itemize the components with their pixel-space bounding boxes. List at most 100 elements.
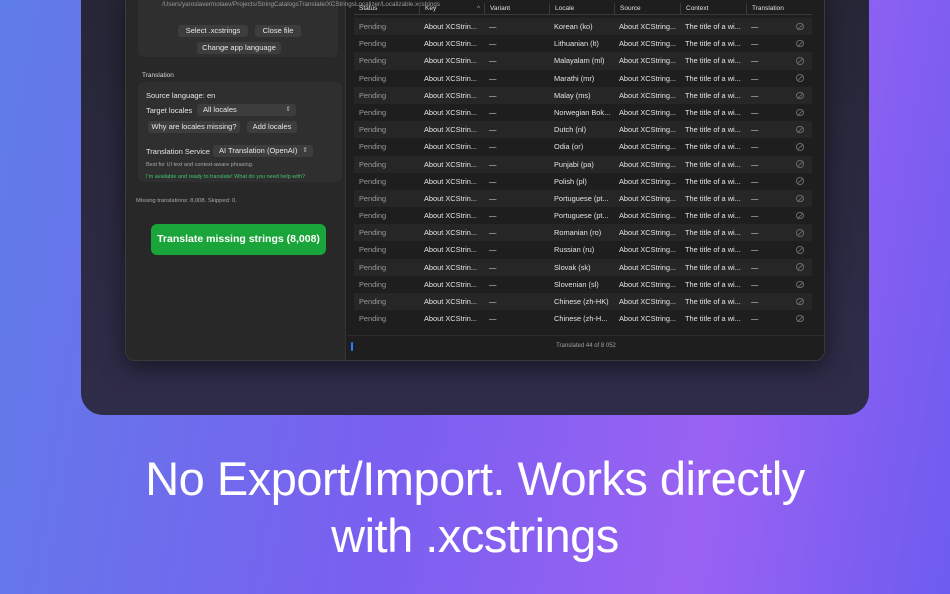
cancel-circle-icon[interactable] [796,194,804,203]
cell-status: Pending [359,228,387,238]
cancel-circle-icon[interactable] [796,143,804,151]
cancel-circle-icon[interactable] [796,211,804,220]
table-row[interactable]: Pending About XCStrin... — Portuguese (pt..… [354,207,812,224]
cell-status: Pending [359,297,387,306]
cell-locale: Dutch (nl) [554,125,587,135]
cancel-circle-icon[interactable] [796,57,804,65]
cell-variant: — [489,107,497,117]
cell-context: The title of a wi... [685,314,741,324]
cancel-circle-icon[interactable] [796,91,804,100]
strings-table: Status Key ^ Variant Locale Source Conte… [354,0,812,335]
table-row[interactable]: Pending About XCStrin... — Russian (ru) Abou… [354,241,812,258]
cell-key: About XCStrin... [424,142,477,152]
column-key[interactable]: Key ^ [419,3,484,15]
cell-status: Pending [359,193,387,203]
file-path: /Users/yaroslavermolaev/Projects/StringC… [162,1,440,8]
cell-source: About XCString... [619,90,677,100]
translate-missing-button[interactable]: Translate missing strings (8,008) [151,224,326,255]
table-row[interactable]: Pending About XCStrin... — Romanian (ro) Abo… [354,224,812,242]
table-row[interactable]: Pending About XCStrin... — Chinese (zh-H...… [354,310,812,327]
cancel-circle-icon[interactable] [796,39,804,48]
column-variant[interactable]: Variant [484,3,549,15]
cancel-circle-icon[interactable] [796,297,804,306]
change-app-language-button[interactable]: Change app language [197,42,281,54]
cell-status: Pending [359,176,387,186]
cell-source: About XCString... [619,56,677,66]
cell-source: About XCString... [619,107,677,117]
cell-key: About XCStrin... [424,176,477,186]
cell-context: The title of a wi... [685,279,741,289]
cell-locale: Slovenian (sl) [554,279,599,289]
table-row[interactable]: Pending About XCStrin... — Slovak (sk) About… [354,258,812,276]
table-row[interactable]: Pending About XCStrin... — Chinese (zh-HK) A… [354,293,812,311]
cell-translation: — [751,125,759,135]
column-key-label: Key [425,5,437,12]
cancel-circle-icon[interactable] [796,177,804,185]
headline-line-1: No Export/Import. Works directly [145,452,805,505]
cell-context: The title of a wi... [685,159,741,169]
cell-context: The title of a wi... [685,22,741,31]
cell-key: About XCStrin... [424,297,477,306]
cell-variant: — [489,211,497,221]
cell-context: The title of a wi... [685,297,741,306]
translation-service-select[interactable]: AI Translation (OpenAI) ⇕ [213,145,313,157]
table-row[interactable]: Pending About XCStrin... — Dutch (nl) About … [354,121,812,139]
cell-locale: Chinese (zh-HK) [554,297,609,306]
cell-translation: — [751,228,759,238]
cell-locale: Marathi (mr) [554,73,595,83]
table-row[interactable]: Pending About XCStrin... — Malayalam (ml) Ab… [354,52,812,70]
cell-context: The title of a wi... [685,142,741,152]
why-locales-missing-button[interactable]: Why are locales missing? [148,121,240,133]
add-locales-button[interactable]: Add locales [247,121,297,133]
column-translation[interactable]: Translation [746,3,812,15]
table-row[interactable]: Pending About XCStrin... — Punjabi (pa) Abou… [354,155,812,173]
cell-key: About XCStrin... [424,245,477,255]
column-status[interactable]: Status [354,3,419,15]
headline-line-2: with .xcstrings [331,509,619,562]
cancel-circle-icon[interactable] [796,108,804,117]
table-row[interactable]: Pending About XCStrin... — Korean (ko) About… [354,18,812,36]
cancel-circle-icon[interactable] [796,229,804,237]
cell-status: Pending [359,211,387,221]
cancel-circle-icon[interactable] [796,246,804,254]
cell-context: The title of a wi... [685,125,741,135]
cell-status: Pending [359,262,387,272]
cell-locale: Norwegian Bok... [554,107,611,117]
table-row[interactable]: Pending About XCStrin... — Slovenian (sl) Ab… [354,276,812,293]
table-row[interactable]: Pending About XCStrin... — Norwegian Bok...… [354,104,812,121]
updown-chevron-icon: ⇕ [285,106,291,113]
cell-variant: — [489,125,497,135]
cell-status: Pending [359,159,387,169]
column-context[interactable]: Context [680,3,746,15]
cancel-circle-icon[interactable] [796,74,804,82]
cell-source: About XCString... [619,193,677,203]
cancel-circle-icon[interactable] [796,160,804,168]
cell-translation: — [751,314,759,324]
cell-source: About XCString... [619,262,677,272]
table-row[interactable]: Pending About XCStrin... — Lithuanian (lt) A… [354,35,812,52]
cancel-circle-icon[interactable] [796,263,804,271]
cell-source: About XCString... [619,245,677,255]
table-row[interactable]: Pending About XCStrin... — Marathi (mr) Abou… [354,70,812,87]
table-row[interactable]: Pending About XCStrin... — Odia (or) About X… [354,138,812,155]
cell-source: About XCString... [619,211,677,221]
cell-translation: — [751,107,759,117]
select-xcstrings-button[interactable]: Select .xcstrings [178,25,248,37]
cell-key: About XCStrin... [424,73,477,83]
cell-translation: — [751,90,759,100]
column-source[interactable]: Source [614,3,680,15]
table-row[interactable]: Pending About XCStrin... — Portuguese (pt..… [354,189,812,208]
column-locale[interactable]: Locale [549,3,614,15]
target-locales-select[interactable]: All locales ⇕ [197,104,296,116]
cell-variant: — [489,159,497,169]
cell-status: Pending [359,56,387,66]
table-row[interactable]: Pending About XCStrin... — Polish (pl) About… [354,173,812,190]
cell-translation: — [751,39,759,49]
cancel-circle-icon[interactable] [796,314,804,323]
table-row[interactable]: Pending About XCStrin... — Malay (ms) About … [354,86,812,104]
close-file-button[interactable]: Close file [255,25,301,37]
cell-translation: — [751,142,759,152]
cancel-circle-icon[interactable] [796,280,804,289]
cancel-circle-icon[interactable] [796,22,804,31]
cancel-circle-icon[interactable] [796,125,804,134]
